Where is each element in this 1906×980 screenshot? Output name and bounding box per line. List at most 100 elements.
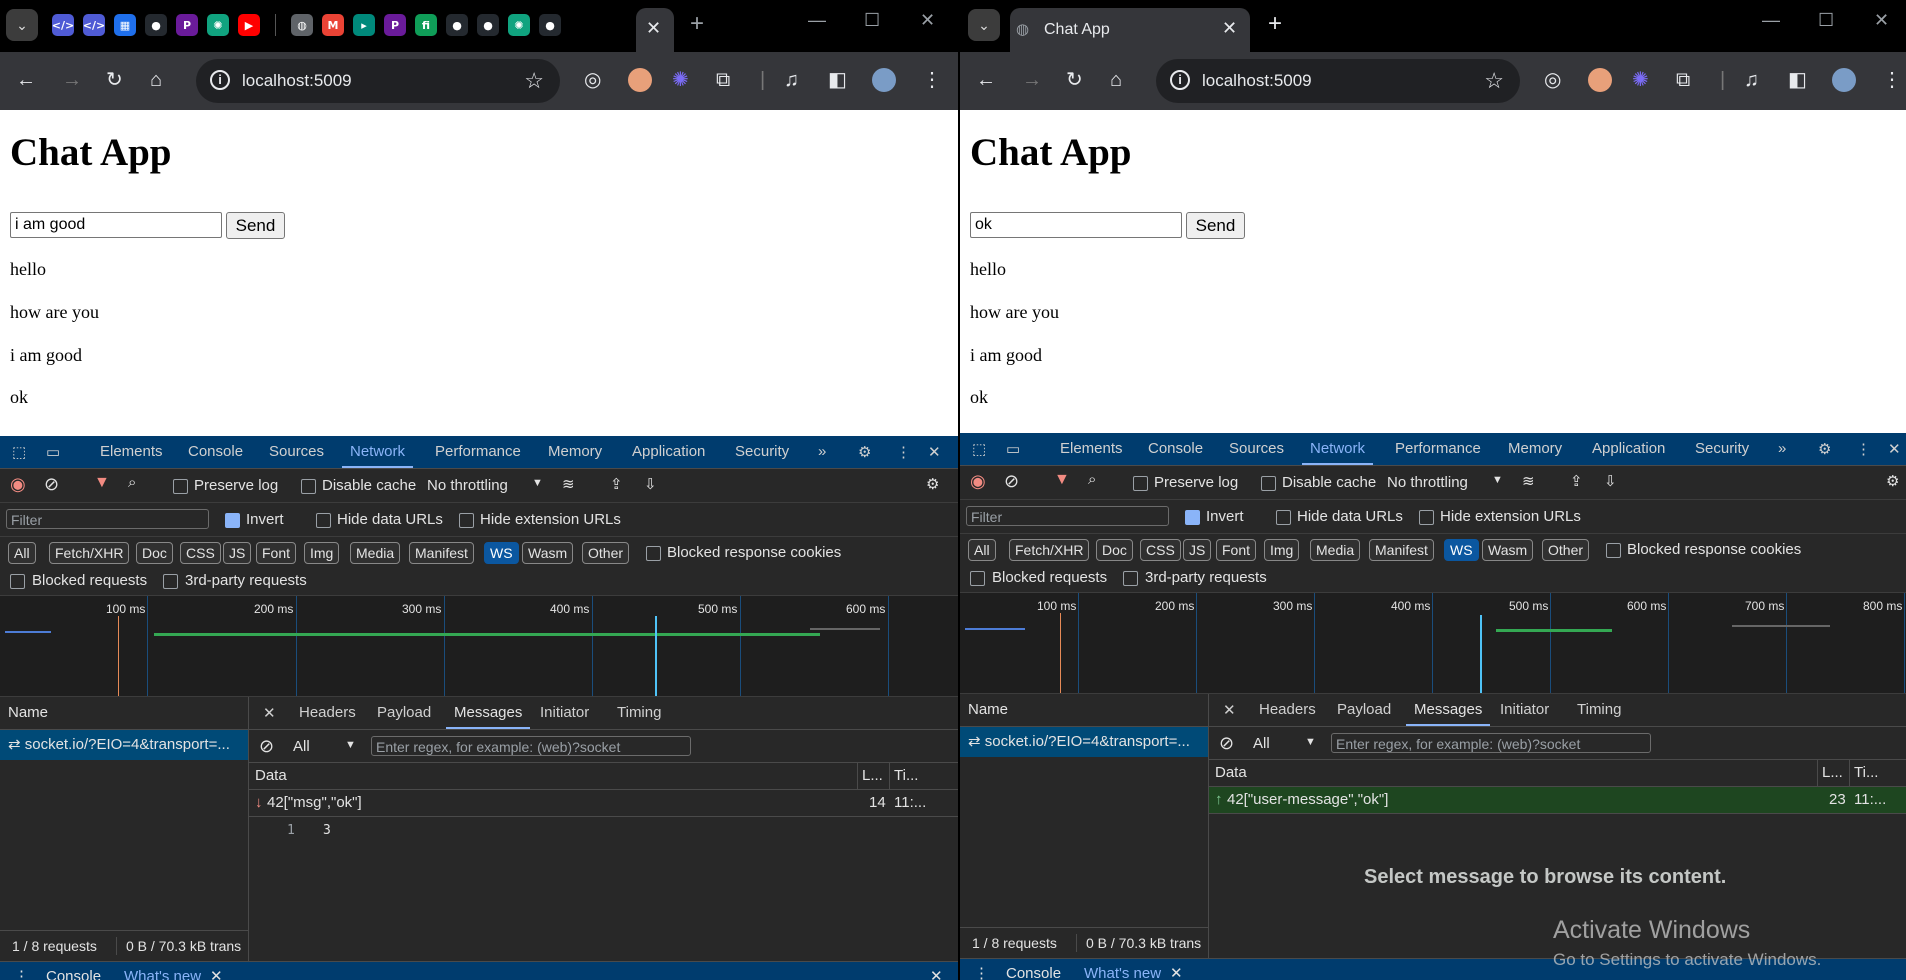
length-column-header[interactable]: L... [862,767,883,784]
tab-messages[interactable]: Messages [445,704,531,729]
site-info-icon[interactable]: i [210,70,230,90]
extensions-icon[interactable]: ⧉ [716,68,730,92]
close-whatsnew-icon[interactable]: ✕ [210,967,223,980]
address-bar[interactable]: i localhost:5009 ☆ [1156,59,1520,103]
tab-elements[interactable]: Elements [1060,440,1123,457]
more-tabs-icon[interactable]: » [818,443,826,460]
device-toolbar-icon[interactable]: ▭ [46,443,60,461]
type-manifest[interactable]: Manifest [409,542,474,564]
filter-input[interactable]: Filter [6,509,209,529]
tab-headers[interactable]: Headers [299,704,356,721]
record-icon[interactable]: ◉ [970,471,986,492]
throttling-select[interactable]: No throttling [427,477,508,494]
request-item[interactable]: ⇄ socket.io/?EIO=4&transport=... [0,730,248,760]
message-type-select[interactable]: All [1253,735,1270,752]
type-doc[interactable]: Doc [1096,539,1133,561]
tab-payload[interactable]: Payload [1337,701,1391,718]
message-row[interactable]: ↓ 42["msg","ok"] 14 11:... [249,790,958,817]
close-window-icon[interactable]: ✕ [1874,10,1889,31]
forward-icon[interactable]: → [1022,68,1042,92]
tab-application[interactable]: Application [1592,440,1665,457]
tab-console[interactable]: Console [188,443,243,460]
network-conditions-icon[interactable]: ≋ [1522,472,1535,490]
network-settings-icon[interactable]: ⚙ [926,475,939,493]
disable-cache-checkbox[interactable] [1261,476,1276,491]
name-column-header[interactable]: Name [0,697,248,730]
drawer-tab-console[interactable]: Console [1006,965,1061,980]
more-options-icon[interactable]: ⋮ [896,443,911,461]
blocked-cookies-checkbox[interactable] [646,546,661,561]
preserve-log-checkbox[interactable] [1133,476,1148,491]
tab-memory[interactable]: Memory [548,443,602,460]
hide-extension-urls-checkbox[interactable] [1419,510,1434,525]
disable-cache-checkbox[interactable] [301,479,316,494]
drawer-tab-whatsnew[interactable]: What's new [1084,965,1161,980]
tab-elements[interactable]: Elements [100,443,163,460]
close-devtools-icon[interactable]: ✕ [928,443,941,461]
type-wasm[interactable]: Wasm [522,542,574,564]
tab-security[interactable]: Security [1695,440,1749,457]
type-img[interactable]: Img [1264,539,1300,561]
tab-search-button[interactable]: ⌄ [6,9,38,41]
avatar-extension-icon[interactable] [628,68,652,92]
new-tab-button[interactable]: + [690,10,704,38]
bookmark-star-icon[interactable]: ☆ [524,68,544,94]
chart-tab-icon[interactable]: ▦ [114,14,136,36]
back-icon[interactable]: ← [976,68,996,92]
back-icon[interactable]: ← [16,68,36,92]
clear-icon[interactable]: ⊘ [1004,471,1019,492]
tab-initiator[interactable]: Initiator [540,704,589,721]
tab-sources[interactable]: Sources [1229,440,1284,457]
settings-icon[interactable]: ⚙ [858,443,871,461]
chevron-down-icon[interactable]: ▼ [1305,736,1316,748]
type-ws[interactable]: WS [1444,539,1479,561]
tab-search-button[interactable]: ⌄ [968,9,1000,41]
type-media[interactable]: Media [350,542,401,564]
tab-initiator[interactable]: Initiator [1500,701,1549,718]
type-ws[interactable]: WS [484,542,519,564]
maximize-icon[interactable]: ☐ [864,10,880,31]
close-window-icon[interactable]: ✕ [920,10,935,31]
menu-icon[interactable]: ⋮ [922,68,942,92]
tab-network[interactable]: Network [341,443,414,468]
hide-data-urls-checkbox[interactable] [316,513,331,528]
close-detail-icon[interactable]: ✕ [1223,701,1236,719]
drawer-tab-console[interactable]: Console [46,968,101,980]
active-tab[interactable]: ✕ [636,8,674,52]
profile-avatar[interactable] [872,68,896,92]
menu-icon[interactable]: ⋮ [1882,68,1902,92]
tab-timing[interactable]: Timing [617,704,661,721]
invert-checkbox[interactable] [225,513,240,528]
meet-tab-icon[interactable]: ▸ [353,14,375,36]
network-conditions-icon[interactable]: ≋ [562,475,575,493]
code-tab-icon[interactable]: </> [83,14,105,36]
more-tabs-icon[interactable]: » [1778,440,1786,457]
search-icon[interactable]: ⌕ [1088,471,1096,488]
data-column-header[interactable]: Data [255,767,287,784]
blocked-requests-checkbox[interactable] [10,574,25,589]
type-fetch-xhr[interactable]: Fetch/XHR [49,542,130,564]
message-type-select[interactable]: All [293,738,310,755]
github-tab-icon[interactable]: ● [446,14,468,36]
preserve-log-checkbox[interactable] [173,479,188,494]
message-input[interactable] [970,212,1182,238]
github-tab-icon[interactable]: ● [539,14,561,36]
type-all[interactable]: All [968,539,996,561]
extensions-icon[interactable]: ⧉ [1676,68,1690,92]
tab-network[interactable]: Network [1301,440,1374,465]
throttling-select[interactable]: No throttling [1387,474,1468,491]
message-input[interactable] [10,212,222,238]
close-detail-icon[interactable]: ✕ [263,704,276,722]
gmail-tab-icon[interactable]: M [322,14,344,36]
type-img[interactable]: Img [304,542,340,564]
type-css[interactable]: CSS [180,542,221,564]
type-other[interactable]: Other [582,542,630,564]
length-column-header[interactable]: L... [1822,764,1843,781]
network-overview-timeline[interactable]: 100 ms 200 ms 300 ms 400 ms 500 ms 600 m… [0,596,958,697]
clear-messages-icon[interactable]: ⊘ [259,736,274,757]
network-overview-timeline[interactable]: 100 ms 200 ms 300 ms 400 ms 500 ms 600 m… [960,593,1906,694]
time-column-header[interactable]: Ti... [894,767,918,784]
profile-avatar[interactable] [1832,68,1856,92]
name-column-header[interactable]: Name [960,694,1208,727]
p-tab-icon[interactable]: P [384,14,406,36]
